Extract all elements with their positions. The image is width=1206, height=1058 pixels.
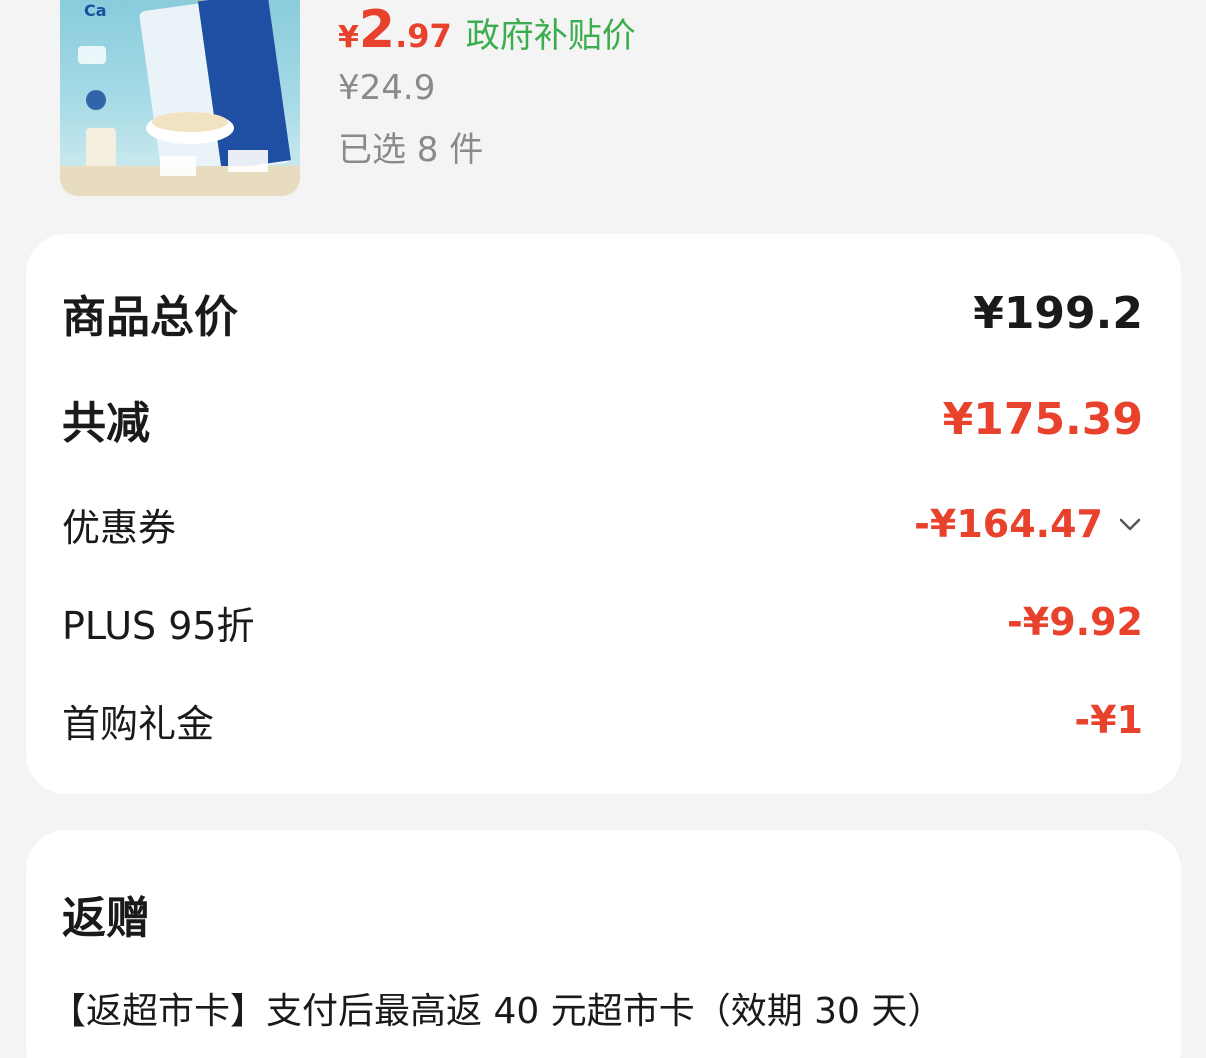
first-purchase-row: 首购礼金 -¥1 [62,692,1143,748]
coupon-row[interactable]: 优惠券 -¥164.47 [62,496,1143,552]
original-price: ¥24.9 [338,68,436,108]
coupon-value-wrap[interactable]: -¥164.47 [914,502,1143,546]
plus-discount-label: PLUS 95折 [62,603,255,648]
plus-discount-row: PLUS 95折 -¥9.92 [62,594,1143,650]
svg-text:Ca: Ca [84,1,107,20]
rebate-title: 返赠 [62,893,150,944]
selected-count: 已选 8 件 [338,130,484,170]
plus-discount-value: -¥9.92 [1007,600,1143,644]
rebate-description: 【返超市卡】支付后最高返 40 元超市卡（效期 30 天） [50,991,944,1032]
coupon-label: 优惠券 [62,505,177,550]
reduction-label: 共减 [62,398,150,449]
rebate-card: 返赠 【返超市卡】支付后最高返 40 元超市卡（效期 30 天） [26,830,1181,1058]
subsidy-price-label: 政府补贴价 [465,16,636,56]
total-label: 商品总价 [62,292,238,343]
product-image[interactable]: Ca [60,0,300,196]
price-summary-card: 商品总价 ¥199.2 共减 ¥175.39 优惠券 -¥164.47 PLUS… [26,234,1181,794]
chevron-down-icon[interactable] [1117,511,1143,537]
price-currency-symbol: ¥ [338,20,359,55]
price-decimal: .97 [395,17,452,55]
subsidy-price: ¥ 2 .97 政府补贴价 [338,2,636,58]
first-purchase-label: 首购礼金 [62,701,215,746]
reduction-value: ¥175.39 [942,393,1143,445]
coupon-value: -¥164.47 [914,502,1103,546]
price-integer: 2 [358,0,396,60]
total-value: ¥199.2 [973,287,1143,339]
reduction-row: 共减 ¥175.39 [62,388,1143,450]
first-purchase-value: -¥1 [1074,698,1143,742]
order-summary-page: Ca ¥ 2 .97 政府补贴价 ¥24.9 已选 8 件 商品总价 ¥199.… [0,0,1206,1058]
total-row: 商品总价 ¥199.2 [62,282,1143,344]
